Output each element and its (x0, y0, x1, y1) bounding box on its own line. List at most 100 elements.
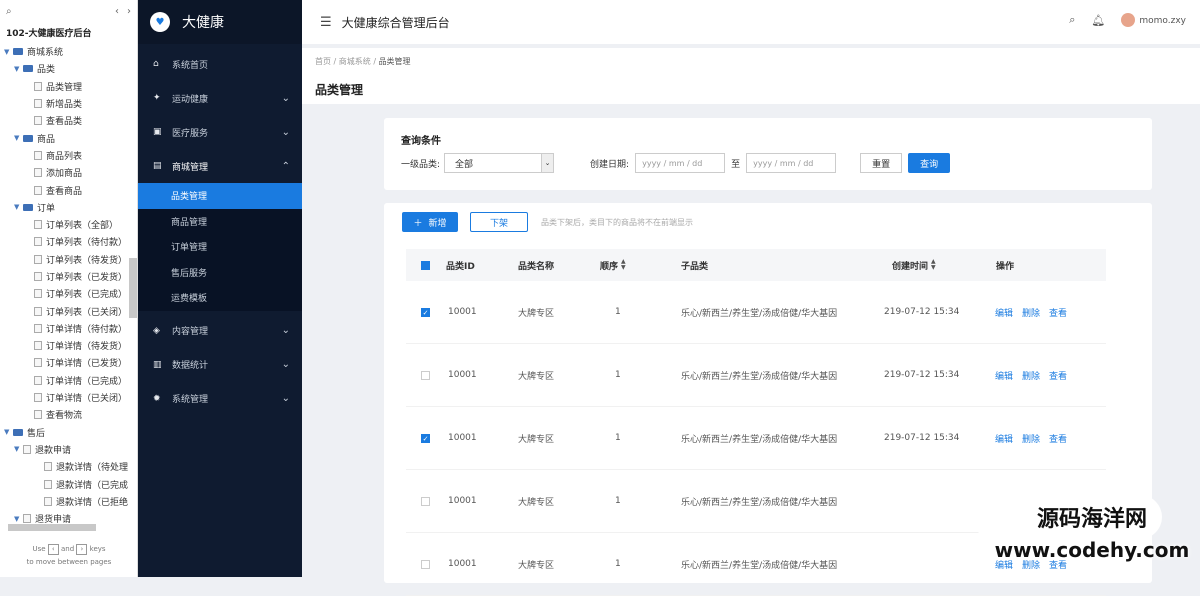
tree-page-item[interactable]: 订单列表（已完成） (0, 285, 137, 302)
tree-folder-item[interactable]: ▼ 品类 (0, 60, 137, 77)
tree-page-item[interactable]: 品类管理 (0, 78, 137, 95)
nav-sub-item[interactable]: 品类管理 (138, 183, 302, 209)
tree-horizontal-scrollbar[interactable] (8, 524, 96, 531)
nav-item[interactable]: ▥ 数据统计 ⌄ (138, 348, 302, 382)
tree-folder-item[interactable]: ▼ 商城系统 (0, 43, 137, 60)
page-icon (34, 410, 42, 420)
chevron-down-icon[interactable]: ▼ (14, 515, 23, 523)
tree-page-item[interactable]: 订单详情（待发货） (0, 337, 137, 354)
row-checkbox[interactable]: ✓ (421, 307, 430, 317)
cell-sub: 乐心/新西兰/养生堂/汤成倍健/华大基因 (681, 371, 838, 382)
cell-time: 219-07-12 15:34 (884, 370, 960, 380)
tree-item-label: 商城系统 (27, 48, 64, 59)
search-icon[interactable]: ⌕ (1069, 13, 1075, 27)
edit-link[interactable]: 编辑 (995, 306, 1013, 319)
heartbeat-icon: ♥ (150, 12, 170, 32)
nav-item[interactable]: ✹ 系统管理 ⌄ (138, 382, 302, 416)
tree-page-item[interactable]: 退款详情（已完成 (0, 475, 137, 492)
tree-page-item[interactable]: 退款详情（待处理 (0, 458, 137, 475)
chevron-down-icon[interactable]: ▼ (14, 134, 23, 142)
view-link[interactable]: 查看 (1049, 369, 1067, 382)
row-checkbox[interactable] (421, 370, 430, 380)
user-menu[interactable]: momo.zxy (1121, 13, 1186, 27)
nav-sub-item[interactable]: 运费模板 (138, 285, 302, 311)
date-to-label: 至 (731, 159, 741, 170)
tree-page-item[interactable]: 查看物流 (0, 406, 137, 423)
row-checkbox[interactable] (421, 496, 430, 506)
reset-button[interactable]: 重置 (860, 153, 903, 173)
search-button[interactable]: 查询 (908, 153, 951, 173)
tree-page-item[interactable]: 商品列表 (0, 147, 137, 164)
tree-vertical-scrollbar[interactable] (129, 258, 137, 318)
cell-id: 10001 (448, 433, 477, 443)
crumb-mall[interactable]: 商城系统 (339, 57, 371, 66)
date-to-input[interactable]: yyyy / mm / dd (746, 153, 837, 173)
tree-page-item[interactable]: 新增品类 (0, 95, 137, 112)
chevron-down-icon[interactable]: ▼ (14, 203, 23, 211)
tree-page-item[interactable]: 添加商品 (0, 164, 137, 181)
view-link[interactable]: 查看 (1049, 306, 1067, 319)
page-icon (34, 81, 42, 91)
delete-link[interactable]: 删除 (1022, 369, 1040, 382)
page-icon (34, 237, 42, 247)
tree-page-item[interactable]: 订单详情（已关闭） (0, 389, 137, 406)
bell-icon[interactable]: 🔔︎ (1091, 14, 1105, 27)
cell-sub: 乐心/新西兰/养生堂/汤成倍健/华大基因 (681, 497, 838, 508)
row-checkbox[interactable] (421, 559, 430, 569)
view-link[interactable]: 查看 (1049, 432, 1067, 445)
add-button[interactable]: ＋新增 (402, 212, 458, 232)
tree-item-label: 品类 (37, 65, 56, 76)
chevron-down-icon[interactable]: ▼ (14, 445, 23, 453)
tree-page-item[interactable]: 订单列表（已关闭） (0, 302, 137, 319)
menu-toggle-icon[interactable]: ☰ (320, 15, 332, 30)
cell-order: 1 (615, 496, 621, 506)
crumb-home[interactable]: 首页 (315, 57, 331, 66)
tree-page-item[interactable]: 查看商品 (0, 181, 137, 198)
nav-item-label: 系统管理 (172, 395, 209, 405)
chevron-down-icon[interactable]: ▼ (4, 48, 13, 56)
tree-page-item[interactable]: 订单详情（已发货） (0, 354, 137, 371)
nav-sub-item[interactable]: 订单管理 (138, 234, 302, 260)
take-off-button[interactable]: 下架 (470, 212, 528, 232)
nav-sub-item[interactable]: 售后服务 (138, 259, 302, 285)
tree-item-label: 订单列表（全部） (46, 221, 119, 232)
tree-folder-item[interactable]: ▼ 退款申请 (0, 441, 137, 458)
tree-page-item[interactable]: 订单列表（全部） (0, 216, 137, 233)
tree-folder-item[interactable]: ▼ 商品 (0, 129, 137, 146)
nav-item[interactable]: ⌂ 系统首页 (138, 47, 302, 81)
row-checkbox[interactable]: ✓ (421, 433, 430, 443)
search-icon[interactable]: ⌕ (6, 6, 12, 17)
select-all-checkbox[interactable] (421, 260, 430, 270)
nav-item[interactable]: ▣ 医疗服务 ⌄ (138, 115, 302, 149)
page-icon (44, 496, 52, 506)
tree-page-item[interactable]: 订单详情（已完成） (0, 372, 137, 389)
date-label: 创建日期: (590, 159, 630, 170)
tree-item-label: 新增品类 (46, 100, 83, 111)
header-time[interactable]: 创建时间 ▲ ▼ (892, 249, 936, 281)
tree-page-item[interactable]: 订单列表（待付款） (0, 233, 137, 250)
nav-item[interactable]: ✦ 运动健康 ⌄ (138, 81, 302, 115)
next-arrow-icon[interactable]: › (127, 6, 131, 17)
tree-page-item[interactable]: 订单列表（待发货） (0, 251, 137, 268)
tree-folder-item[interactable]: ▼ 订单 (0, 199, 137, 216)
nav-item[interactable]: ◈ 内容管理 ⌄ (138, 314, 302, 348)
nav-item[interactable]: ▤ 商城管理 ⌃ (138, 149, 302, 183)
category-select[interactable]: 全部 ⌄ (444, 153, 555, 173)
delete-link[interactable]: 删除 (1022, 432, 1040, 445)
page-icon (34, 220, 42, 230)
tree-folder-item[interactable]: ▼ 售后 (0, 424, 137, 441)
chevron-down-icon[interactable]: ▼ (4, 428, 13, 436)
chevron-down-icon[interactable]: ▼ (14, 65, 23, 73)
tree-page-item[interactable]: 订单详情（待付款） (0, 320, 137, 337)
page-icon (44, 462, 52, 472)
edit-link[interactable]: 编辑 (995, 432, 1013, 445)
tree-page-item[interactable]: 订单列表（已发货） (0, 268, 137, 285)
tree-page-item[interactable]: 查看品类 (0, 112, 137, 129)
header-order[interactable]: 顺序 ▲ ▼ (600, 249, 626, 281)
nav-sub-item[interactable]: 商品管理 (138, 208, 302, 234)
prev-arrow-icon[interactable]: ‹ (115, 6, 119, 17)
date-from-input[interactable]: yyyy / mm / dd (635, 153, 726, 173)
tree-page-item[interactable]: 退款详情（已拒绝 (0, 493, 137, 510)
edit-link[interactable]: 编辑 (995, 369, 1013, 382)
delete-link[interactable]: 删除 (1022, 306, 1040, 319)
